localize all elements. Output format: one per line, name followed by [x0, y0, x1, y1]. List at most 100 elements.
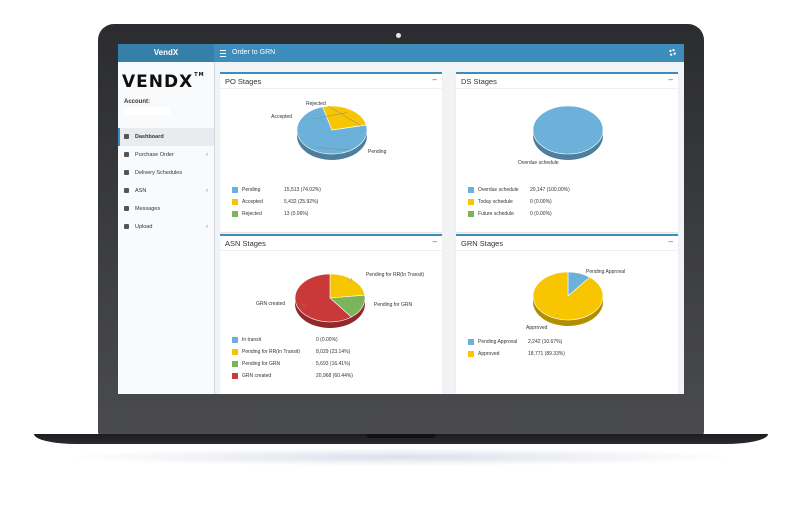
legend-item: In transit 0 (0.00%) — [232, 334, 432, 346]
laptop-shadow — [60, 448, 740, 466]
document-icon — [124, 152, 129, 157]
sidebar-item-label: ASN — [135, 188, 147, 194]
account-label: Account: — [124, 99, 150, 105]
legend-item: Future schedule 0 (0.00%) — [468, 208, 668, 220]
legend-value: 20,968 (60.44%) — [316, 373, 353, 379]
legend-swatch — [232, 361, 238, 367]
gear-icon[interactable] — [669, 49, 676, 56]
grn-pie-chart: Pending Approval Approved — [526, 269, 625, 331]
legend-item: Overdue schedule 20,147 (100.00%) — [468, 184, 668, 196]
legend-value: 2,242 (10.67%) — [528, 339, 563, 345]
legend-value: 13 (0.06%) — [284, 211, 309, 217]
chevron-left-icon: ‹ — [206, 188, 208, 194]
legend-label: Approved — [478, 351, 500, 357]
grn-legend: Pending Approval 2,242 (10.67%) Approved 18… — [468, 336, 668, 360]
legend-swatch — [468, 211, 474, 217]
slice-label: Accepted — [271, 114, 292, 120]
envelope-icon — [124, 206, 129, 211]
legend-value: 0 (0.00%) — [530, 199, 552, 205]
calendar-icon — [124, 170, 129, 175]
legend-label: Pending — [242, 187, 261, 193]
legend-item: Pending for RR(In Transit) 8,029 (23.14%) — [232, 346, 432, 358]
legend-value: 5,432 (25.92%) — [284, 199, 319, 205]
dashboard-icon — [124, 134, 129, 139]
sidebar-item-dashboard[interactable]: Dashboard — [118, 128, 214, 146]
module-title: Order to GRN — [232, 49, 276, 56]
brand-title[interactable]: VendX — [118, 44, 214, 62]
top-bar: VendX Order to GRN — [118, 44, 684, 62]
legend-value: 15,513 (74.02%) — [284, 187, 321, 193]
slice-label: Pending — [368, 149, 387, 155]
legend-label: Pending Approval — [478, 339, 518, 345]
legend-value: 20,147 (100.00%) — [530, 187, 570, 193]
camera-dot — [396, 33, 401, 38]
legend-swatch — [232, 373, 238, 379]
legend-label: Accepted — [242, 199, 263, 205]
legend-label: Rejected — [242, 211, 262, 217]
legend-label: Overdue schedule — [478, 187, 519, 193]
legend-swatch — [232, 349, 238, 355]
legend-item: Pending Approval 2,242 (10.67%) — [468, 336, 668, 348]
legend-item: Accepted 5,432 (25.92%) — [232, 196, 432, 208]
legend-item: Approved 18,771 (89.33%) — [468, 348, 668, 360]
ds-stages-panel: DS Stages – Overdue schedule Overdue sch… — [456, 72, 678, 232]
legend-label: In transit — [242, 337, 262, 343]
legend-label: Pending for GRN — [242, 361, 281, 367]
legend-swatch — [468, 339, 474, 345]
sidebar: VENDXTM Account: Dashboard Purchase Order… — [118, 62, 215, 394]
slice-label: Approved — [526, 325, 548, 331]
truck-icon — [124, 188, 129, 193]
chevron-left-icon: ‹ — [206, 224, 208, 230]
app-screen: VendX Order to GRN VENDXTM Account: Dash… — [118, 44, 684, 394]
hamburger-menu-icon[interactable] — [220, 48, 226, 58]
asn-stages-panel: ASN Stages – Pending for RR(In Transit) P… — [220, 234, 442, 394]
sidebar-item-label: Dashboard — [135, 134, 164, 140]
legend-swatch — [468, 351, 474, 357]
laptop-base — [34, 434, 768, 444]
sidebar-item-label: Purchase Order — [135, 152, 174, 158]
sidebar-item-purchase-order[interactable]: Purchase Order ‹ — [118, 146, 214, 164]
legend-swatch — [232, 211, 238, 217]
legend-label: Future schedule — [478, 211, 514, 217]
sidebar-item-upload[interactable]: Upload ‹ — [118, 218, 214, 236]
po-legend: Pending 15,513 (74.02%) Accepted 5,432 (25.… — [232, 184, 432, 220]
legend-value: 0 (0.00%) — [316, 337, 338, 343]
slice-label: Pending Approval — [586, 269, 625, 275]
legend-swatch — [232, 199, 238, 205]
vendx-logo: VENDXTM — [122, 72, 205, 92]
legend-label: GRN created — [242, 373, 272, 379]
legend-value: 5,693 (16.41%) — [316, 361, 351, 367]
legend-swatch — [468, 199, 474, 205]
legend-swatch — [232, 337, 238, 343]
pie-slice-overdue-schedule — [532, 105, 604, 155]
slice-label: Overdue schedule — [518, 160, 559, 166]
legend-swatch — [468, 187, 474, 193]
sidebar-item-label: Delivery Schedules — [135, 170, 183, 176]
slice-label: Rejected — [306, 101, 326, 107]
legend-label: Pending for RR(In Transit) — [242, 349, 301, 355]
sidebar-item-asn[interactable]: ASN ‹ — [118, 182, 214, 200]
legend-label: Today schedule — [478, 199, 513, 205]
account-value — [124, 107, 170, 115]
sidebar-item-delivery-schedules[interactable]: Delivery Schedules — [118, 164, 214, 182]
legend-item: Rejected 13 (0.06%) — [232, 208, 432, 220]
chevron-left-icon: ‹ — [206, 152, 208, 158]
legend-value: 18,771 (89.33%) — [528, 351, 565, 357]
upload-icon — [124, 224, 129, 229]
grn-stages-panel: GRN Stages – Pending Approval Approved Pe… — [456, 234, 678, 394]
pie-slice-pending-for-rr-in-transit- — [329, 273, 366, 299]
legend-item: Pending for GRN 5,693 (16.41%) — [232, 358, 432, 370]
sidebar-item-label: Upload — [135, 224, 153, 230]
legend-item: Pending 15,513 (74.02%) — [232, 184, 432, 196]
sidebar-item-label: Messages — [135, 206, 161, 212]
asn-legend: In transit 0 (0.00%) Pending for RR(In Tra… — [232, 334, 432, 382]
legend-swatch — [232, 187, 238, 193]
legend-value: 0 (0.00%) — [530, 211, 552, 217]
legend-item: GRN created 20,968 (60.44%) — [232, 370, 432, 382]
sidebar-nav: Dashboard Purchase Order ‹ Delivery Schedul… — [118, 128, 214, 236]
slice-label: Pending for RR(In Transit) — [366, 272, 424, 278]
po-stages-panel: PO Stages – Accepted Rejected Pending Pend… — [220, 72, 442, 232]
slice-label: Pending for GRN — [374, 302, 412, 308]
sidebar-item-messages[interactable]: Messages — [118, 200, 214, 218]
legend-value: 8,029 (23.14%) — [316, 349, 351, 355]
